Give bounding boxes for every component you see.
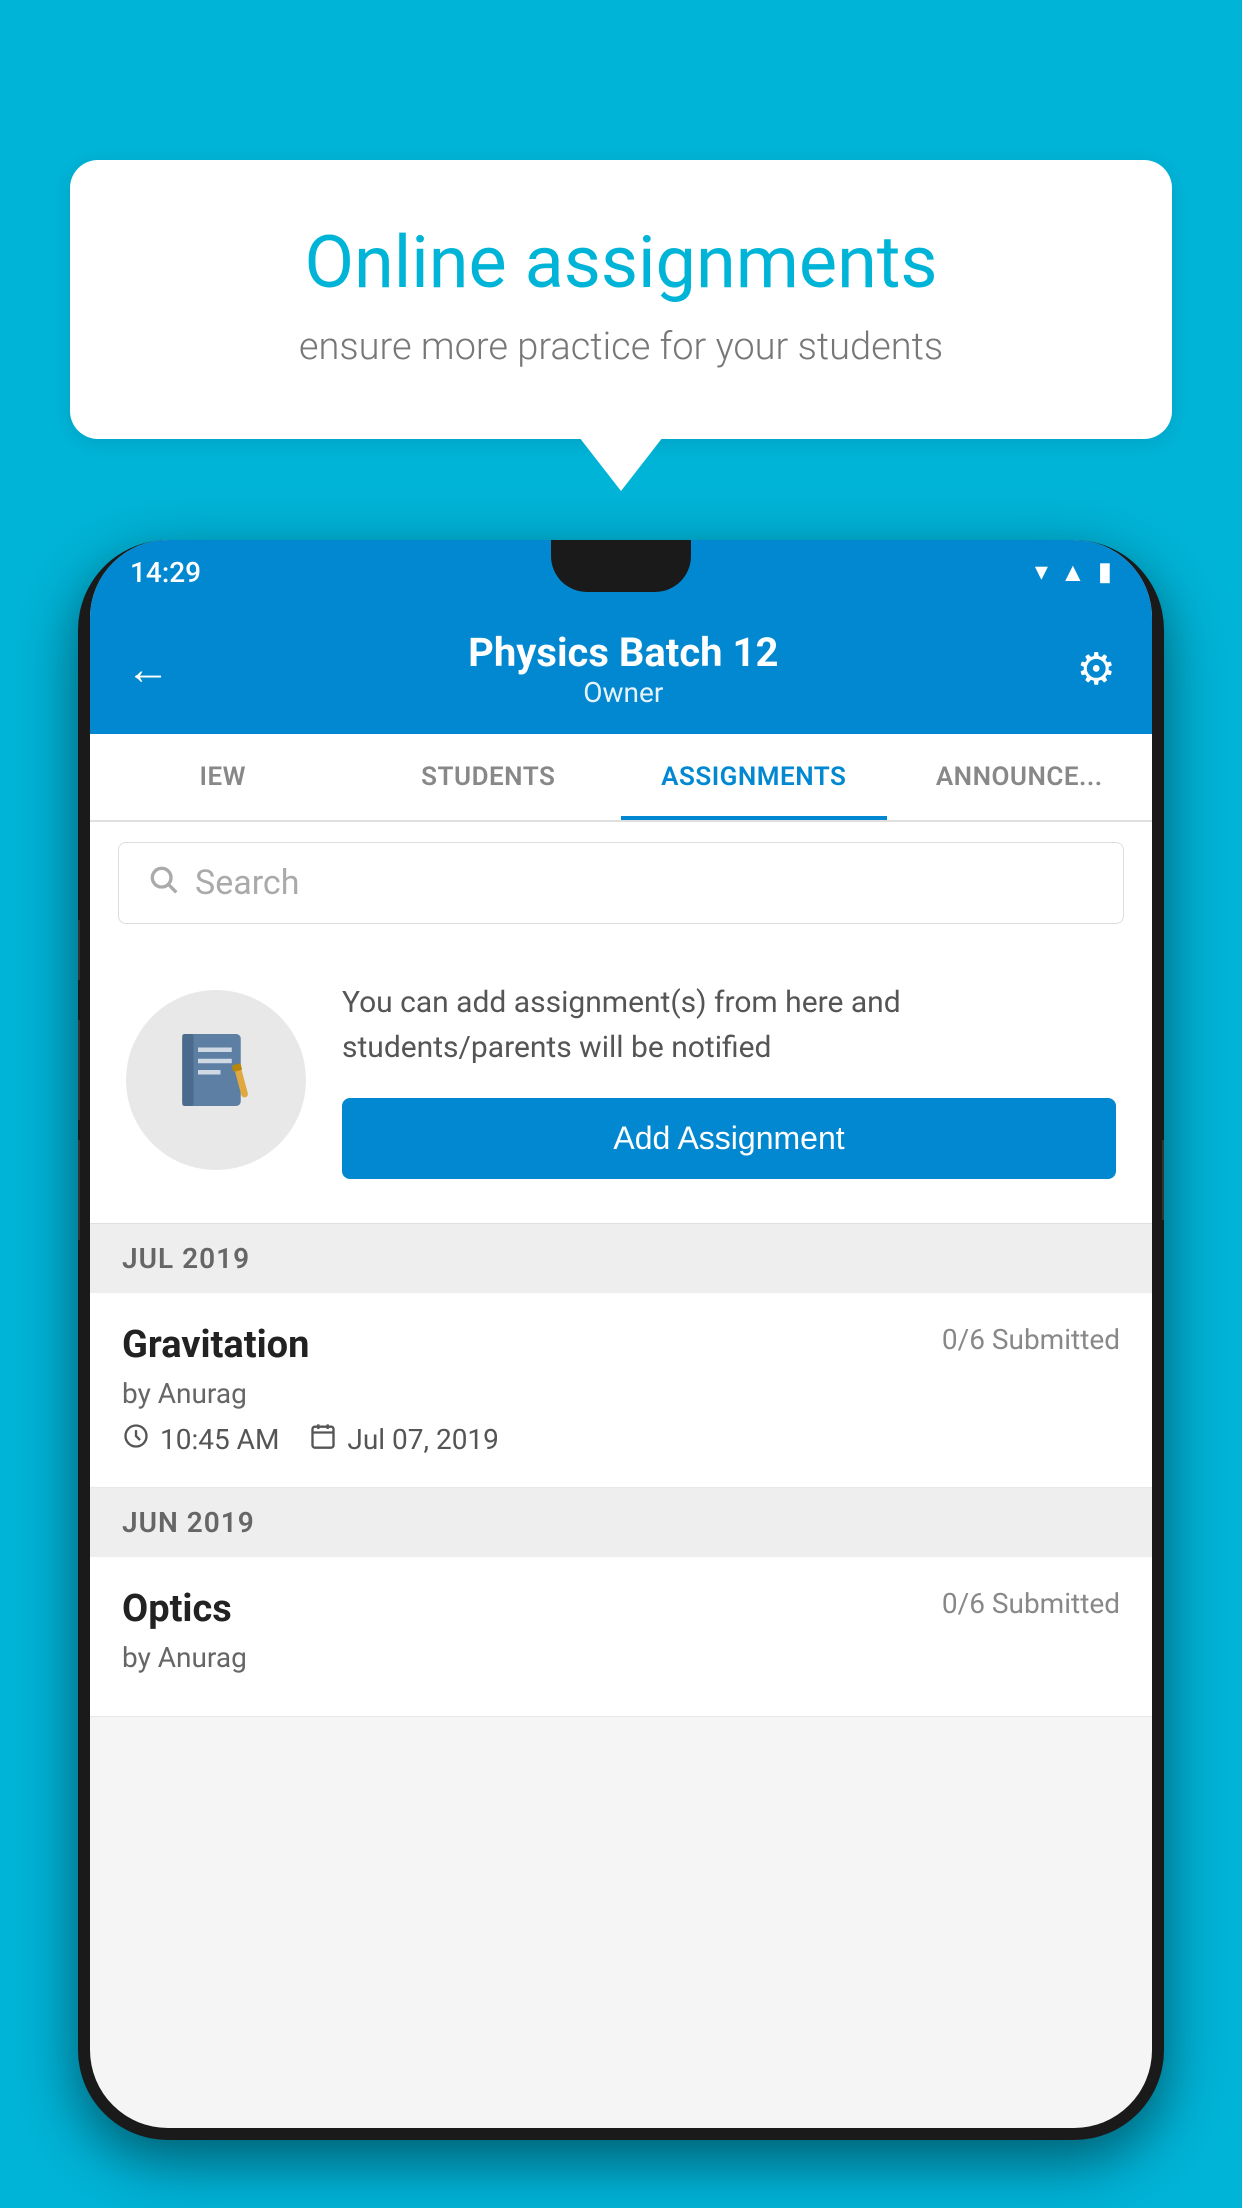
- assignment-gravitation[interactable]: Gravitation 0/6 Submitted by Anurag 10:4…: [90, 1293, 1152, 1488]
- add-assignment-button[interactable]: Add Assignment: [342, 1098, 1116, 1179]
- calendar-icon: [309, 1422, 337, 1457]
- status-icons: ▾ ▲ ▮: [1035, 557, 1112, 588]
- assignment-author-gravitation: by Anurag: [122, 1377, 1120, 1410]
- assignment-title-gravitation: Gravitation: [122, 1323, 309, 1367]
- section-label-jul: JUL 2019: [122, 1242, 250, 1275]
- date-label: Jul 07, 2019: [347, 1423, 499, 1456]
- tabs-container: IEW STUDENTS ASSIGNMENTS ANNOUNCE...: [90, 734, 1152, 822]
- signal-icon: ▲: [1060, 557, 1086, 588]
- settings-button[interactable]: ⚙: [1077, 643, 1116, 695]
- assignment-optics[interactable]: Optics 0/6 Submitted by Anurag: [90, 1557, 1152, 1717]
- search-container: Search: [90, 822, 1152, 944]
- app-header: ← Physics Batch 12 Owner ⚙: [90, 604, 1152, 734]
- volume-up-button: [78, 1020, 80, 1120]
- mute-button: [78, 920, 80, 980]
- phone-screen: 14:29 ▾ ▲ ▮ ← Physics Batch 12 Owner ⚙: [90, 540, 1152, 2128]
- back-button[interactable]: ←: [126, 643, 170, 695]
- header-center: Physics Batch 12 Owner: [468, 629, 778, 709]
- promo-icon-circle: [126, 990, 306, 1170]
- assignment-row-top-optics: Optics 0/6 Submitted: [122, 1587, 1120, 1631]
- speech-bubble: Online assignments ensure more practice …: [70, 160, 1172, 439]
- bubble-title: Online assignments: [140, 220, 1102, 305]
- promo-content: You can add assignment(s) from here and …: [342, 980, 1116, 1179]
- phone-frame: 14:29 ▾ ▲ ▮ ← Physics Batch 12 Owner ⚙: [78, 540, 1164, 2140]
- assignment-submitted-gravitation: 0/6 Submitted: [942, 1323, 1120, 1356]
- volume-down-button: [78, 1140, 80, 1240]
- time-label: 10:45 AM: [160, 1423, 279, 1456]
- phone-container: 14:29 ▾ ▲ ▮ ← Physics Batch 12 Owner ⚙: [78, 540, 1164, 2208]
- notebook-icon: [171, 1025, 261, 1135]
- promo-description: You can add assignment(s) from here and …: [342, 980, 1116, 1070]
- assignment-submitted-optics: 0/6 Submitted: [942, 1587, 1120, 1620]
- section-jul-2019: JUL 2019: [90, 1224, 1152, 1293]
- batch-title: Physics Batch 12: [468, 629, 778, 676]
- assignment-time-gravitation: 10:45 AM: [122, 1422, 279, 1457]
- section-jun-2019: JUN 2019: [90, 1488, 1152, 1557]
- notch: [551, 540, 691, 592]
- wifi-icon: ▾: [1035, 557, 1048, 587]
- tab-assignments[interactable]: ASSIGNMENTS: [621, 734, 887, 820]
- tab-announcements[interactable]: ANNOUNCE...: [887, 734, 1153, 820]
- assignment-meta-gravitation: 10:45 AM Jul 07, 2019: [122, 1422, 1120, 1457]
- battery-icon: ▮: [1098, 557, 1112, 587]
- tab-iew[interactable]: IEW: [90, 734, 356, 820]
- status-bar: 14:29 ▾ ▲ ▮: [90, 540, 1152, 604]
- search-icon: [147, 862, 179, 904]
- status-time: 14:29: [130, 556, 201, 589]
- assignment-date-gravitation: Jul 07, 2019: [309, 1422, 499, 1457]
- power-button: [1162, 1140, 1164, 1220]
- section-label-jun: JUN 2019: [122, 1506, 255, 1539]
- promo-card: You can add assignment(s) from here and …: [90, 944, 1152, 1224]
- assignment-row-top: Gravitation 0/6 Submitted: [122, 1323, 1120, 1367]
- clock-icon: [122, 1422, 150, 1457]
- assignment-author-optics: by Anurag: [122, 1641, 1120, 1674]
- batch-subtitle: Owner: [468, 676, 778, 709]
- search-placeholder: Search: [195, 863, 299, 903]
- bubble-subtitle: ensure more practice for your students: [140, 325, 1102, 369]
- speech-bubble-container: Online assignments ensure more practice …: [70, 160, 1172, 439]
- search-bar[interactable]: Search: [118, 842, 1124, 924]
- tab-students[interactable]: STUDENTS: [356, 734, 622, 820]
- assignment-title-optics: Optics: [122, 1587, 232, 1631]
